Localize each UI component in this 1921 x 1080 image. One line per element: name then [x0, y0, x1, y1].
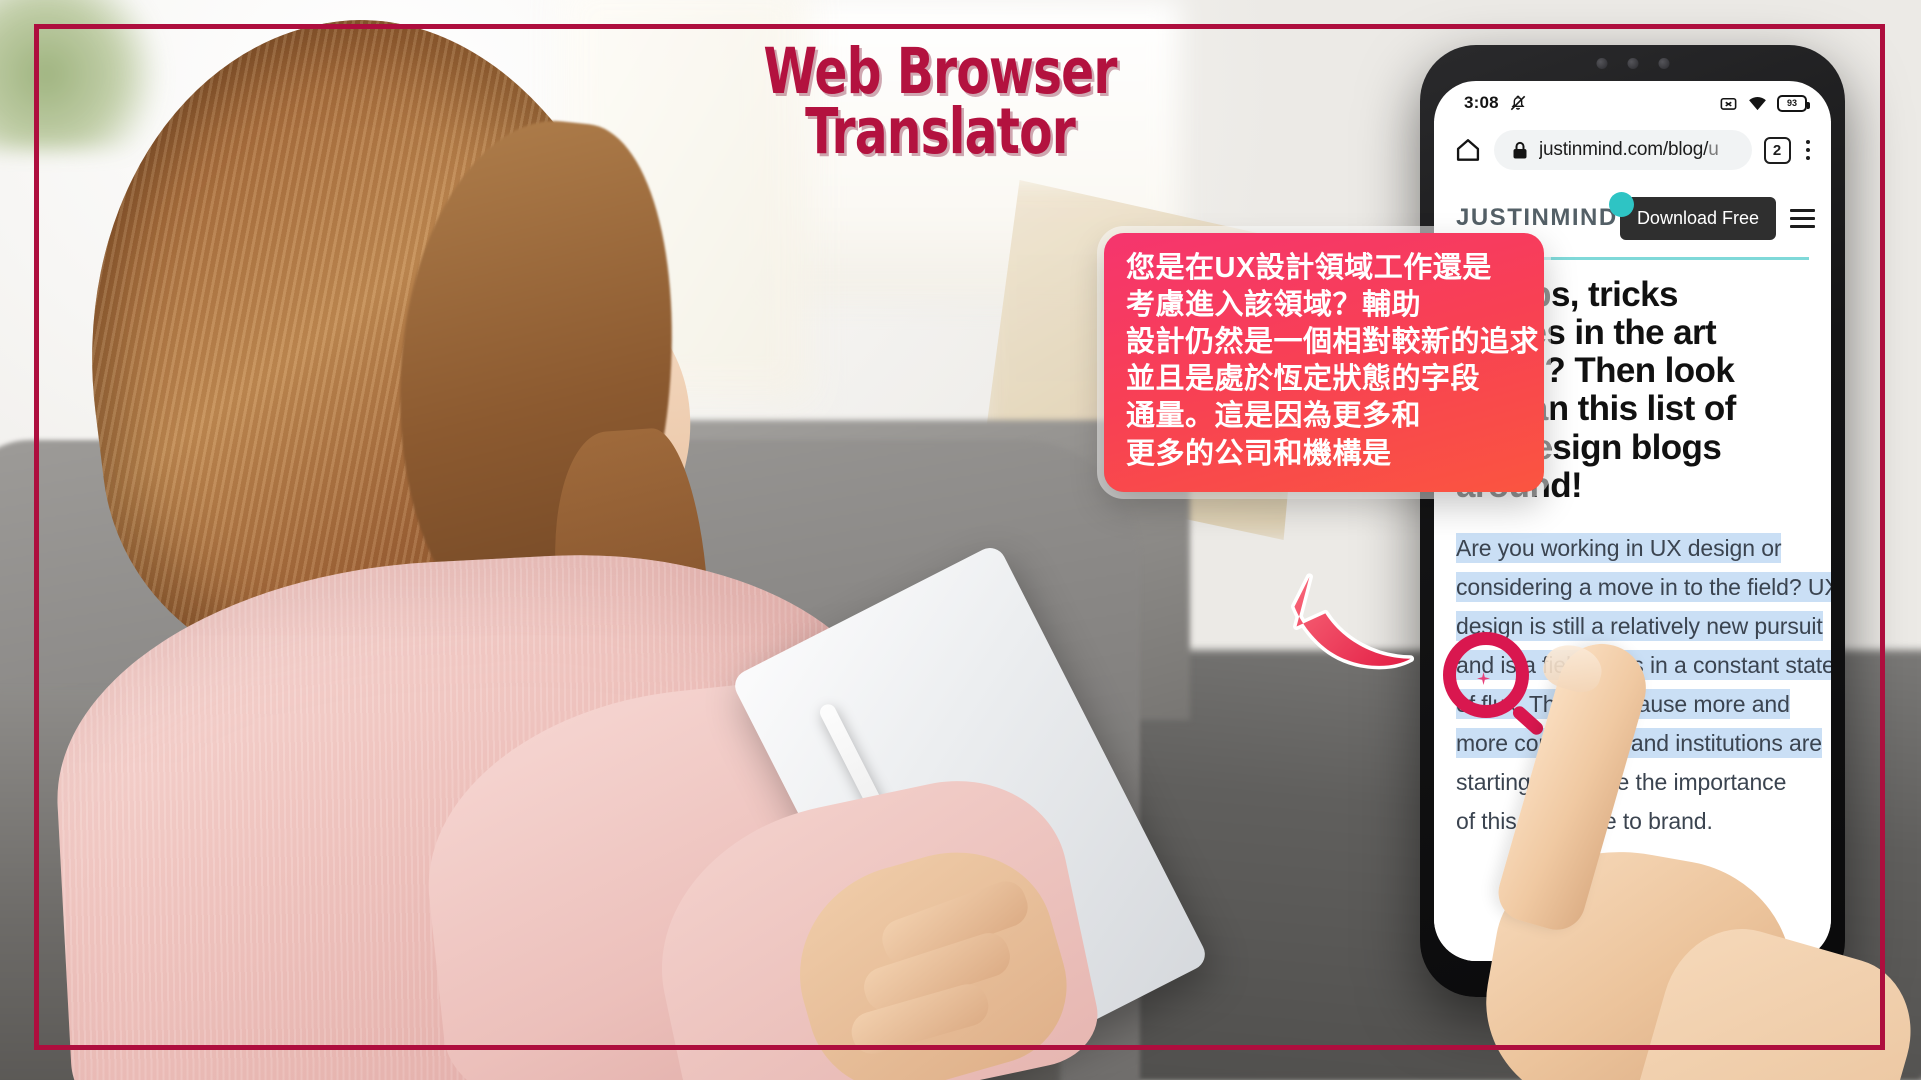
signal-off-icon	[1720, 97, 1737, 110]
paragraph-text: of this discipline to brand.	[1456, 808, 1713, 835]
paragraph-text: starting to realize the importance	[1456, 769, 1787, 796]
phone-screen: 3:08 93 justinmind.com/blog/u 2 JUSTINMI…	[1434, 81, 1831, 961]
paragraph-line: of this discipline to brand.	[1456, 804, 1809, 838]
address-bar-path: u	[1708, 139, 1719, 160]
poster-title-line-2: Translator	[805, 95, 1076, 169]
browser-toolbar: justinmind.com/blog/u 2	[1434, 121, 1831, 179]
phone-mockup: 3:08 93 justinmind.com/blog/u 2 JUSTINMI…	[1420, 45, 1845, 997]
phone-sensor-array	[1596, 58, 1669, 69]
bell-muted-icon	[1510, 95, 1526, 111]
selected-text: considering a move in to the field? UX	[1456, 571, 1831, 602]
status-time: 3:08	[1464, 93, 1499, 112]
tooltip-line: 考慮進入該領域？輔助	[1126, 289, 1422, 322]
tooltip-line: 您是在UX設計領域工作還是	[1126, 252, 1492, 284]
paragraph-line: starting to realize the importance	[1456, 765, 1809, 799]
lock-icon	[1513, 141, 1527, 158]
hamburger-icon[interactable]	[1790, 208, 1815, 228]
selected-text: more companies and institutions are	[1456, 728, 1822, 758]
wifi-icon	[1749, 96, 1766, 110]
paragraph-line: Are you working in UX design or	[1456, 531, 1809, 565]
kebab-menu-icon[interactable]	[1803, 137, 1814, 164]
address-bar-url: justinmind.com/blog/u	[1539, 139, 1719, 161]
tooltip-line: 設計仍然是一個相對較新的追求	[1126, 326, 1540, 359]
address-bar-domain: justinmind.com/blog/	[1539, 139, 1709, 160]
logo-dot-icon	[1608, 192, 1634, 217]
logo-wordmark: JUSTINMIND	[1456, 204, 1618, 231]
paragraph-line: considering a move in to the field? UX	[1456, 570, 1831, 604]
sensor-dot-right	[1658, 58, 1669, 69]
poster-title: Web Browser Translator	[665, 40, 1215, 169]
tooltip-line: 通量。這是因為更多和	[1126, 400, 1422, 433]
sensor-dot-center	[1627, 58, 1638, 69]
curved-arrow-icon	[1290, 573, 1415, 670]
download-free-button[interactable]: Download Free	[1619, 196, 1776, 240]
address-bar[interactable]: justinmind.com/blog/u	[1494, 130, 1752, 170]
status-bar: 3:08 93	[1434, 81, 1831, 121]
battery-icon: 93	[1777, 94, 1810, 112]
battery-level: 93	[1786, 98, 1797, 108]
paragraph-line: more companies and institutions are	[1456, 726, 1822, 760]
status-bar-right: 93	[1719, 94, 1810, 113]
tooltip-line: 更多的公司和機構是	[1126, 437, 1392, 470]
photo-plant	[0, 0, 160, 150]
tooltip-line: 並且是處於恆定狀態的字段	[1126, 363, 1481, 396]
translation-tooltip: 您是在UX設計領域工作還是 考慮進入該領域？輔助 設計仍然是一個相對較新的追求 …	[1104, 233, 1544, 492]
home-icon[interactable]	[1454, 136, 1482, 164]
status-bar-left: 3:08	[1464, 93, 1528, 113]
tab-counter-button[interactable]: 2	[1763, 136, 1791, 164]
site-header-actions: Download Free	[1619, 196, 1815, 240]
sensor-dot-left	[1596, 58, 1607, 69]
poster-canvas: Web Browser Translator 3:08 93 justinmin…	[0, 0, 1921, 1080]
selected-text: Are you working in UX design or	[1456, 532, 1782, 563]
justinmind-logo[interactable]: JUSTINMIND	[1456, 192, 1634, 232]
